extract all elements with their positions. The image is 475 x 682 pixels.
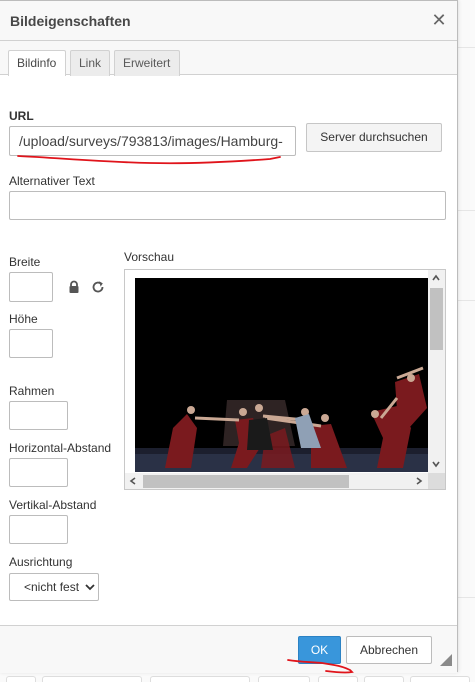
preview-horizontal-scrollbar[interactable] — [125, 473, 428, 489]
background-tab — [410, 676, 470, 682]
width-input[interactable] — [9, 272, 53, 302]
cancel-button[interactable]: Abbrechen — [346, 636, 432, 664]
tab-erweitert[interactable]: Erweitert — [114, 50, 180, 76]
align-label: Ausrichtung — [9, 555, 73, 569]
scroll-down-icon[interactable] — [432, 460, 440, 468]
vertical-scroll-thumb[interactable] — [430, 288, 443, 350]
close-icon[interactable]: ✕ — [430, 10, 448, 30]
dialog-title: Bildeigenschaften — [10, 13, 131, 29]
preview-image — [135, 278, 429, 472]
background-divider — [458, 300, 475, 301]
tab-bildinfo[interactable]: Bildinfo — [8, 50, 66, 76]
background-divider — [458, 597, 475, 598]
background-tab — [258, 676, 310, 682]
align-select[interactable]: <nicht fest — [9, 573, 99, 601]
hspace-input[interactable] — [9, 458, 68, 487]
preview-label: Vorschau — [124, 250, 175, 264]
tab-strip: Bildinfo Link Erweitert — [0, 41, 457, 76]
hspace-label: Horizontal-Abstand — [9, 441, 112, 455]
vspace-label: Vertikal-Abstand — [9, 498, 97, 512]
background-tab — [42, 676, 142, 682]
dialog-footer: OK Abbrechen — [0, 625, 457, 673]
height-input[interactable] — [9, 329, 53, 358]
align-select-value: <nicht fest — [24, 580, 80, 594]
scroll-left-icon[interactable] — [129, 477, 137, 485]
background-tab — [150, 676, 250, 682]
chevron-down-icon — [85, 584, 95, 591]
vspace-input[interactable] — [9, 515, 68, 544]
background-divider — [458, 47, 475, 48]
dialog-titlebar[interactable]: Bildeigenschaften ✕ — [0, 1, 457, 41]
dance-photo — [135, 278, 429, 472]
resize-handle-icon[interactable] — [440, 654, 452, 666]
lock-icon[interactable] — [67, 280, 81, 294]
url-label: URL — [9, 109, 34, 123]
background-page-strip — [458, 0, 475, 682]
border-input[interactable] — [9, 401, 68, 430]
browse-server-button[interactable]: Server durchsuchen — [306, 123, 442, 152]
scroll-right-icon[interactable] — [415, 477, 423, 485]
height-label: Höhe — [9, 312, 38, 326]
image-preview — [124, 269, 446, 490]
scroll-up-icon[interactable] — [432, 274, 440, 282]
alt-text-input[interactable] — [9, 191, 446, 220]
background-tab — [364, 676, 404, 682]
border-label: Rahmen — [9, 384, 55, 398]
width-label: Breite — [9, 255, 41, 269]
preview-vertical-scrollbar[interactable] — [428, 270, 445, 473]
background-tab — [6, 676, 36, 682]
tab-link[interactable]: Link — [70, 50, 110, 76]
ok-button[interactable]: OK — [298, 636, 341, 664]
reset-size-icon[interactable] — [91, 280, 105, 294]
image-properties-dialog: Bildeigenschaften ✕ Bildinfo Link Erweit… — [0, 0, 458, 673]
background-divider — [458, 210, 475, 211]
alt-text-label: Alternativer Text — [9, 174, 95, 188]
scrollbar-corner — [428, 473, 445, 489]
url-input[interactable]: /upload/surveys/793813/images/Hamburg- — [9, 126, 296, 156]
horizontal-scroll-thumb[interactable] — [143, 475, 349, 488]
background-tab — [318, 676, 358, 682]
